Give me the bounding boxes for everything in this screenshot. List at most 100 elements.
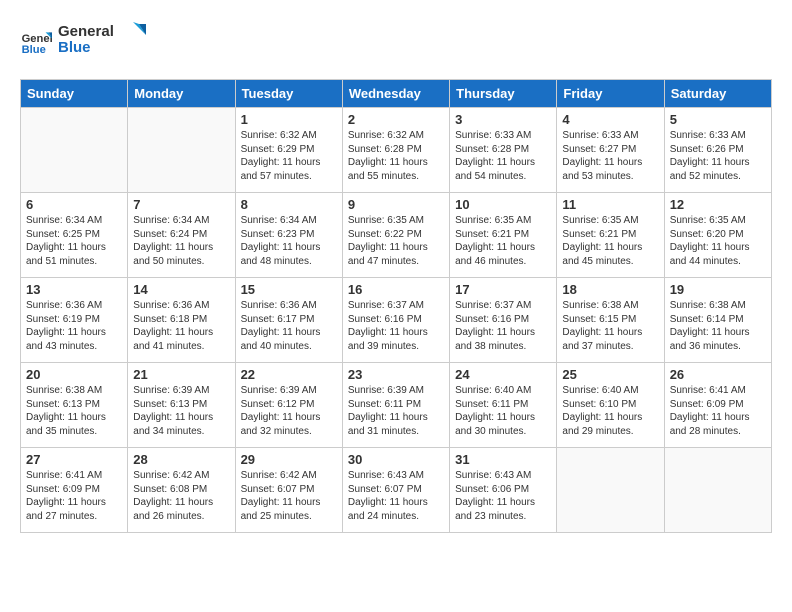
day-details: Sunrise: 6:41 AMSunset: 6:09 PMDaylight:… [670,384,766,438]
calendar-cell [664,448,771,533]
calendar-cell: 26 Sunrise: 6:41 AMSunset: 6:09 PMDayligh… [664,363,771,448]
day-number: 11 [562,197,658,212]
day-details: Sunrise: 6:42 AMSunset: 6:07 PMDaylight:… [241,469,337,523]
day-number: 29 [241,452,337,467]
weekday-header-saturday: Saturday [664,80,771,108]
calendar-cell: 30 Sunrise: 6:43 AMSunset: 6:07 PMDayligh… [342,448,449,533]
calendar-cell: 28 Sunrise: 6:42 AMSunset: 6:08 PMDayligh… [128,448,235,533]
calendar-cell: 17Sunrise: 6:37 AMSunset: 6:16 PMDayligh… [450,278,557,363]
weekday-header-monday: Monday [128,80,235,108]
day-details: Sunrise: 6:33 AMSunset: 6:27 PMDaylight:… [562,129,658,183]
day-number: 26 [670,367,766,382]
day-details: Sunrise: 6:42 AMSunset: 6:08 PMDaylight:… [133,469,229,523]
day-number: 7 [133,197,229,212]
svg-text:General: General [58,23,114,40]
day-number: 12 [670,197,766,212]
calendar-cell: 21 Sunrise: 6:39 AMSunset: 6:13 PMDayligh… [128,363,235,448]
day-number: 21 [133,367,229,382]
day-details: Sunrise: 6:39 AMSunset: 6:13 PMDaylight:… [133,384,229,438]
day-number: 4 [562,112,658,127]
weekday-header-row: SundayMondayTuesdayWednesdayThursdayFrid… [21,80,772,108]
calendar-cell: 9 Sunrise: 6:35 AMSunset: 6:22 PMDaylight… [342,193,449,278]
day-number: 31 [455,452,551,467]
calendar-cell: 8 Sunrise: 6:34 AMSunset: 6:23 PMDaylight… [235,193,342,278]
day-details: Sunrise: 6:36 AMSunset: 6:17 PMDaylight:… [241,299,337,353]
calendar-cell: 5 Sunrise: 6:33 AMSunset: 6:26 PMDaylight… [664,108,771,193]
day-number: 10 [455,197,551,212]
day-details: Sunrise: 6:32 AMSunset: 6:29 PMDaylight:… [241,129,337,183]
day-number: 22 [241,367,337,382]
day-number: 8 [241,197,337,212]
day-details: Sunrise: 6:32 AMSunset: 6:28 PMDaylight:… [348,129,444,183]
calendar-cell: 3 Sunrise: 6:33 AMSunset: 6:28 PMDaylight… [450,108,557,193]
day-details: Sunrise: 6:33 AMSunset: 6:28 PMDaylight:… [455,129,551,183]
day-number: 24 [455,367,551,382]
day-details: Sunrise: 6:33 AMSunset: 6:26 PMDaylight:… [670,129,766,183]
svg-text:Blue: Blue [58,39,91,56]
calendar-cell: 22 Sunrise: 6:39 AMSunset: 6:12 PMDayligh… [235,363,342,448]
day-details: Sunrise: 6:40 AMSunset: 6:11 PMDaylight:… [455,384,551,438]
day-details: Sunrise: 6:38 AMSunset: 6:13 PMDaylight:… [26,384,122,438]
calendar-cell: 25 Sunrise: 6:40 AMSunset: 6:10 PMDayligh… [557,363,664,448]
calendar-cell: 24 Sunrise: 6:40 AMSunset: 6:11 PMDayligh… [450,363,557,448]
day-details: Sunrise: 6:38 AMSunset: 6:15 PMDaylight:… [562,299,658,353]
calendar-cell: 31 Sunrise: 6:43 AMSunset: 6:06 PMDayligh… [450,448,557,533]
svg-text:General: General [22,33,52,45]
calendar-cell: 20 Sunrise: 6:38 AMSunset: 6:13 PMDayligh… [21,363,128,448]
day-number: 2 [348,112,444,127]
day-details: Sunrise: 6:34 AMSunset: 6:23 PMDaylight:… [241,214,337,268]
day-number: 9 [348,197,444,212]
day-details: Sunrise: 6:40 AMSunset: 6:10 PMDaylight:… [562,384,658,438]
calendar-cell: 2 Sunrise: 6:32 AMSunset: 6:28 PMDaylight… [342,108,449,193]
calendar-row: 13 Sunrise: 6:36 AMSunset: 6:19 PMDayligh… [21,278,772,363]
day-number: 28 [133,452,229,467]
day-number: 27 [26,452,122,467]
day-number: 14 [133,282,229,297]
day-details: Sunrise: 6:34 AMSunset: 6:25 PMDaylight:… [26,214,122,268]
day-details: Sunrise: 6:39 AMSunset: 6:12 PMDaylight:… [241,384,337,438]
calendar-cell [557,448,664,533]
day-number: 20 [26,367,122,382]
day-details: Sunrise: 6:36 AMSunset: 6:18 PMDaylight:… [133,299,229,353]
day-details: Sunrise: 6:35 AMSunset: 6:22 PMDaylight:… [348,214,444,268]
day-number: 25 [562,367,658,382]
logo-svg: General Blue [58,20,148,58]
day-number: 30 [348,452,444,467]
day-number: 5 [670,112,766,127]
weekday-header-tuesday: Tuesday [235,80,342,108]
weekday-header-thursday: Thursday [450,80,557,108]
page-header: General Blue General Blue [20,20,772,63]
calendar-cell: 23Sunrise: 6:39 AMSunset: 6:11 PMDayligh… [342,363,449,448]
day-details: Sunrise: 6:35 AMSunset: 6:20 PMDaylight:… [670,214,766,268]
day-details: Sunrise: 6:35 AMSunset: 6:21 PMDaylight:… [455,214,551,268]
day-number: 17 [455,282,551,297]
calendar-cell: 6Sunrise: 6:34 AMSunset: 6:25 PMDaylight… [21,193,128,278]
calendar-cell: 11 Sunrise: 6:35 AMSunset: 6:21 PMDayligh… [557,193,664,278]
day-details: Sunrise: 6:41 AMSunset: 6:09 PMDaylight:… [26,469,122,523]
calendar-body: 1 Sunrise: 6:32 AMSunset: 6:29 PMDaylight… [21,108,772,533]
calendar-cell: 27 Sunrise: 6:41 AMSunset: 6:09 PMDayligh… [21,448,128,533]
calendar-table: SundayMondayTuesdayWednesdayThursdayFrid… [20,79,772,533]
day-details: Sunrise: 6:38 AMSunset: 6:14 PMDaylight:… [670,299,766,353]
calendar-cell: 16Sunrise: 6:37 AMSunset: 6:16 PMDayligh… [342,278,449,363]
day-details: Sunrise: 6:43 AMSunset: 6:06 PMDaylight:… [455,469,551,523]
day-number: 1 [241,112,337,127]
weekday-header-friday: Friday [557,80,664,108]
day-number: 18 [562,282,658,297]
day-number: 13 [26,282,122,297]
day-number: 3 [455,112,551,127]
calendar-cell: 7Sunrise: 6:34 AMSunset: 6:24 PMDaylight… [128,193,235,278]
calendar-cell [128,108,235,193]
calendar-cell: 19 Sunrise: 6:38 AMSunset: 6:14 PMDayligh… [664,278,771,363]
calendar-cell: 15Sunrise: 6:36 AMSunset: 6:17 PMDayligh… [235,278,342,363]
day-number: 19 [670,282,766,297]
calendar-cell: 18 Sunrise: 6:38 AMSunset: 6:15 PMDayligh… [557,278,664,363]
day-details: Sunrise: 6:39 AMSunset: 6:11 PMDaylight:… [348,384,444,438]
calendar-row: 20 Sunrise: 6:38 AMSunset: 6:13 PMDayligh… [21,363,772,448]
calendar-cell: 10 Sunrise: 6:35 AMSunset: 6:21 PMDayligh… [450,193,557,278]
day-details: Sunrise: 6:43 AMSunset: 6:07 PMDaylight:… [348,469,444,523]
weekday-header-sunday: Sunday [21,80,128,108]
day-details: Sunrise: 6:35 AMSunset: 6:21 PMDaylight:… [562,214,658,268]
day-details: Sunrise: 6:36 AMSunset: 6:19 PMDaylight:… [26,299,122,353]
calendar-cell: 1 Sunrise: 6:32 AMSunset: 6:29 PMDaylight… [235,108,342,193]
